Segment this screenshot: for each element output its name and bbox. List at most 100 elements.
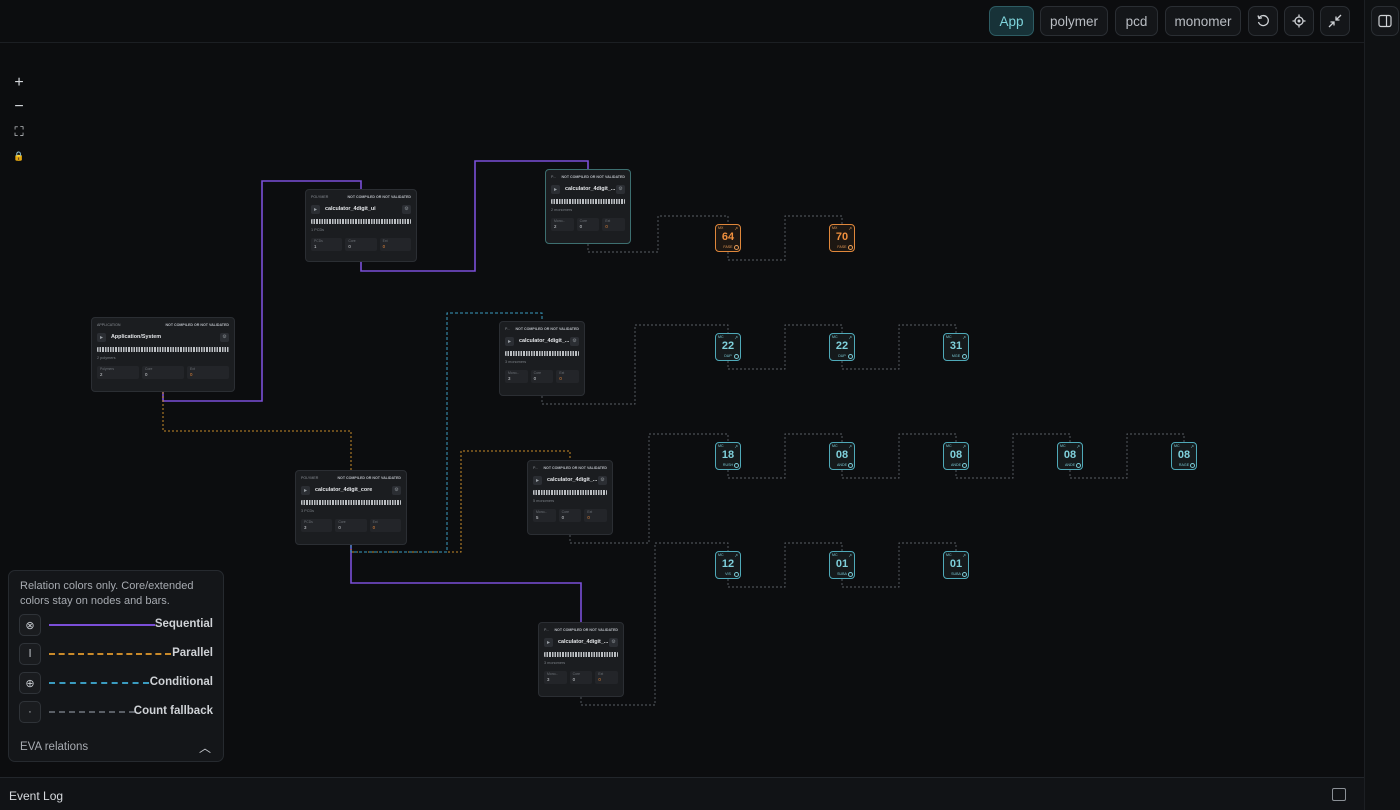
- card-stats: PCDs 3 Core 0 Ext 0: [301, 519, 401, 532]
- stat-box: Core 0: [569, 671, 593, 684]
- card-name: calculator_4digit_...: [547, 477, 598, 483]
- card-stats: Mono... 2 Core 0 Ext 0: [551, 218, 626, 231]
- stat-box: Core 0: [345, 238, 377, 251]
- monomer-tile[interactable]: MC ↗ 08 RAGE: [1171, 442, 1197, 470]
- stat-box: Mono... 5: [533, 509, 556, 522]
- stat-box: Mono... 3: [544, 671, 567, 684]
- stat-box: Polymers 2: [97, 366, 139, 379]
- card-subtitle: 2 polymers: [97, 356, 116, 360]
- node-card[interactable]: APPLICATION NOT COMPILED OR NOT VALIDATED…: [91, 317, 235, 392]
- legend-item-count-fallback[interactable]: · Count fallback: [19, 701, 215, 723]
- card-title-row: ▸ Application/System ⚙: [97, 332, 229, 342]
- tile-number: 18: [721, 449, 735, 461]
- settings-icon[interactable]: ⚙: [402, 204, 411, 214]
- tile-tag: MC: [718, 444, 724, 448]
- card-subtitle: 2 monomers: [551, 208, 573, 212]
- status-dot-icon: [848, 463, 853, 468]
- legend-label: Sequential: [154, 618, 213, 630]
- monomer-tile[interactable]: MC ↗ 31 MGE: [943, 333, 969, 361]
- node-card[interactable]: P... NOT COMPILED OR NOT VALIDATED ▸ calcul…: [499, 321, 585, 396]
- legend-item-parallel[interactable]: ǀ Parallel: [19, 643, 215, 665]
- node-card[interactable]: P... NOT COMPILED OR NOT VALIDATED ▸ calcul…: [545, 169, 631, 244]
- settings-icon[interactable]: ⚙: [570, 336, 579, 346]
- view-pcd-button[interactable]: pcd: [1115, 6, 1158, 36]
- monomer-tile[interactable]: MC ↗ 12 VIS: [715, 551, 741, 579]
- tile-number: 70: [835, 231, 849, 243]
- monomer-tile[interactable]: MC ↗ 18 RUSH: [715, 442, 741, 470]
- stat-value: 0: [579, 224, 583, 229]
- stat-key: Core: [145, 367, 153, 371]
- tile-number: 08: [1063, 449, 1077, 461]
- monomer-tile[interactable]: MX ↗ 64 FASE: [715, 224, 741, 252]
- stat-box: Core 0: [558, 509, 582, 522]
- stat-box: Core 0: [576, 218, 600, 231]
- reset-icon[interactable]: [1248, 6, 1278, 36]
- tile-tag: MX: [718, 226, 724, 230]
- panel-expand-icon[interactable]: [1332, 788, 1346, 801]
- monomer-tile[interactable]: MC ↗ 08 ANDE: [943, 442, 969, 470]
- stat-box: Ext 0: [602, 218, 626, 231]
- card-name: calculator_4digit_...: [558, 639, 609, 645]
- card-status: NOT COMPILED OR NOT VALIDATED: [347, 194, 411, 199]
- sidebar-toggle-icon[interactable]: [1371, 6, 1399, 36]
- card-header: POLYMER NOT COMPILED OR NOT VALIDATED: [311, 193, 411, 200]
- tile-tag: MC: [718, 335, 724, 339]
- card-name: Application/System: [111, 334, 162, 340]
- stat-key: Mono...: [536, 510, 548, 514]
- view-polymer-button[interactable]: polymer: [1040, 6, 1108, 36]
- stat-key: PCDs: [304, 520, 313, 524]
- chevron-up-icon[interactable]: ︿: [199, 739, 211, 756]
- card-status: NOT COMPILED OR NOT VALIDATED: [165, 322, 229, 327]
- collapse-icon[interactable]: [1320, 6, 1350, 36]
- progress-bar: [544, 652, 618, 657]
- stat-box: Ext 0: [584, 509, 608, 522]
- card-stats: Polymers 2 Core 0 Ext 0: [97, 366, 229, 379]
- monomer-tile[interactable]: MC ↗ 01 SUBA: [829, 551, 855, 579]
- tile-number: 22: [835, 340, 849, 352]
- settings-icon[interactable]: ⚙: [598, 475, 607, 485]
- monomer-tile[interactable]: MC ↗ 01 SUBA: [943, 551, 969, 579]
- event-log-bar[interactable]: Event Log: [0, 777, 1364, 810]
- monomer-tile[interactable]: MC ↗ 22 DUP: [715, 333, 741, 361]
- legend-item-sequential[interactable]: ⊗ Sequential: [19, 614, 215, 636]
- stat-key: Ext: [372, 520, 378, 524]
- monomer-tile[interactable]: MC ↗ 08 ANDE: [1057, 442, 1083, 470]
- legend-swatch: [49, 682, 149, 684]
- status-dot-icon: [734, 354, 739, 359]
- locate-icon[interactable]: [1284, 6, 1314, 36]
- edge-fallback-group: [541, 215, 1185, 706]
- node-card[interactable]: POLYMER NOT COMPILED OR NOT VALIDATED ▸ cal…: [295, 470, 407, 545]
- node-type-icon: ▸: [505, 336, 514, 346]
- fit-view-icon[interactable]: ⛶: [10, 123, 28, 141]
- lock-icon[interactable]: 🔒: [10, 147, 28, 165]
- stat-value: 3: [508, 376, 511, 381]
- node-card[interactable]: P... NOT COMPILED OR NOT VALIDATED ▸ calcul…: [527, 460, 613, 535]
- card-name: calculator_4digit_...: [565, 186, 616, 192]
- view-monomer-button[interactable]: monomer: [1165, 6, 1241, 36]
- card-header: P... NOT COMPILED OR NOT VALIDATED: [533, 464, 607, 471]
- node-type-icon: ▸: [551, 184, 560, 194]
- node-card[interactable]: POLYMER NOT COMPILED OR NOT VALIDATED ▸ cal…: [305, 189, 417, 262]
- stat-box: Ext 0: [595, 671, 619, 684]
- settings-icon[interactable]: ⚙: [392, 485, 401, 495]
- zoom-in-icon[interactable]: +: [10, 74, 28, 92]
- card-title-row: ▸ calculator_4digit_... ⚙: [505, 336, 579, 346]
- legend-label: Conditional: [149, 676, 213, 688]
- stat-value: 0: [559, 376, 562, 381]
- settings-icon[interactable]: ⚙: [609, 637, 618, 647]
- view-app-button[interactable]: App: [989, 6, 1034, 36]
- zoom-out-icon[interactable]: −: [10, 98, 28, 116]
- card-header: POLYMER NOT COMPILED OR NOT VALIDATED: [301, 474, 401, 481]
- settings-icon[interactable]: ⚙: [616, 184, 625, 194]
- settings-icon[interactable]: ⚙: [220, 332, 229, 342]
- monomer-tile[interactable]: MC ↗ 08 ANDE: [829, 442, 855, 470]
- legend-swatch: [49, 653, 171, 655]
- legend-item-conditional[interactable]: ⊕ Conditional: [19, 672, 215, 694]
- monomer-tile[interactable]: MX ↗ 70 FASE: [829, 224, 855, 252]
- status-dot-icon: [848, 245, 853, 250]
- stat-value: 0: [348, 244, 351, 249]
- stat-value: 0: [145, 372, 148, 377]
- monomer-tile[interactable]: MC ↗ 22 DUP: [829, 333, 855, 361]
- tile-number: 22: [721, 340, 735, 352]
- node-card[interactable]: P... NOT COMPILED OR NOT VALIDATED ▸ calcul…: [538, 622, 624, 697]
